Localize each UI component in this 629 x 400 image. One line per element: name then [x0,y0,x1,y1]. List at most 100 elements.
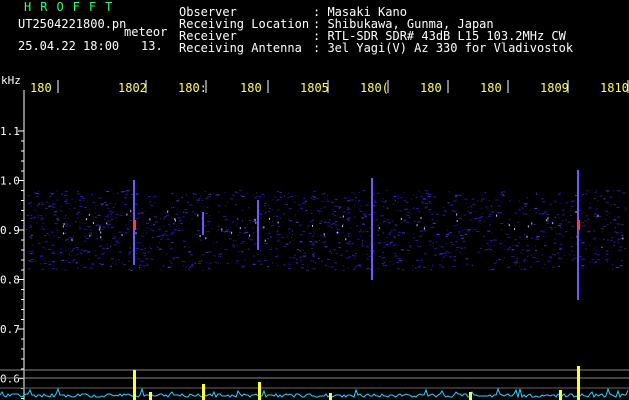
noise-speck [509,219,511,221]
noise-highlight [400,217,402,220]
noise-speck [491,211,495,213]
noise-speck [303,255,307,257]
noise-speck [320,234,322,236]
noise-speck [70,251,73,253]
noise-speck [346,242,349,244]
noise-highlight [255,221,257,224]
noise-speck [66,259,68,261]
noise-speck [393,229,397,231]
noise-speck [549,255,552,257]
noise-speck [570,237,572,239]
noise-speck [521,207,524,209]
noise-speck [119,237,121,239]
noise-highlight [597,214,599,217]
noise-speck [522,260,526,262]
noise-speck [96,224,100,226]
noise-speck [236,219,239,221]
noise-speck [320,221,323,223]
noise-speck [455,194,457,196]
noise-speck [392,203,395,205]
noise-speck [206,196,209,198]
noise-speck [422,266,426,268]
noise-highlight [199,235,201,238]
noise-speck [208,251,211,253]
noise-speck [476,231,480,233]
noise-speck [562,220,564,222]
noise-speck [243,232,246,234]
noise-speck [353,255,357,257]
noise-speck [142,269,144,271]
noise-speck [221,231,223,233]
noise-speck [347,200,351,202]
noise-speck [165,234,168,236]
noise-speck [616,232,619,234]
noise-speck [312,223,314,225]
noise-speck [578,256,582,258]
noise-speck [60,252,63,254]
noise-speck [618,249,622,251]
noise-highlight [456,219,458,222]
noise-speck [268,210,271,212]
noise-speck [315,190,317,192]
noise-speck [365,217,367,219]
noise-speck [380,215,384,217]
noise-speck [225,205,227,207]
noise-highlight [323,233,325,236]
noise-speck [465,233,468,235]
noise-speck [147,251,150,253]
time-tick-label: 1802 [118,81,147,95]
noise-speck [603,198,606,200]
noise-speck [299,207,303,209]
noise-speck [259,213,263,215]
noise-speck [156,246,159,248]
noise-speck [322,193,326,195]
noise-speck [179,217,181,219]
noise-speck [614,226,616,228]
noise-speck [564,254,566,256]
noise-highlight [85,218,87,221]
noise-speck [462,240,466,242]
noise-speck [30,250,34,252]
noise-speck [620,232,622,234]
noise-speck [123,264,127,266]
noise-speck [281,237,284,239]
noise-speck [414,267,417,269]
noise-speck [493,239,497,241]
noise-speck [436,220,438,222]
noise-speck [458,194,462,196]
noise-speck [289,232,291,234]
noise-speck [544,245,547,247]
noise-speck [596,250,598,252]
noise-speck [69,225,72,227]
noise-speck [61,259,65,261]
noise-speck [349,227,351,229]
antenna-label: Receiving Antenna [179,41,302,55]
noise-speck [569,254,571,256]
noise-speck [474,228,477,230]
noise-speck [383,205,385,207]
noise-speck [214,261,217,263]
frequency-tick-label: 1.0 [0,175,20,188]
noise-speck [322,201,324,203]
noise-highlight [575,210,577,213]
noise-speck [515,245,519,247]
noise-speck [538,210,540,212]
noise-speck [561,209,565,211]
noise-speck [52,204,54,206]
noise-speck [52,203,56,205]
noise-speck [155,221,159,223]
noise-highlight [264,239,266,242]
time-tick-label: 180( [360,81,389,95]
noise-speck [425,206,429,208]
noise-speck [303,252,306,254]
noise-speck [553,242,557,244]
noise-speck [467,229,471,231]
noise-speck [185,212,188,214]
noise-speck [594,191,597,193]
noise-speck [571,250,573,252]
noise-speck [288,219,290,221]
noise-speck [526,244,529,246]
noise-speck [549,203,552,205]
noise-speck [495,199,498,201]
signal-spike [469,392,472,400]
